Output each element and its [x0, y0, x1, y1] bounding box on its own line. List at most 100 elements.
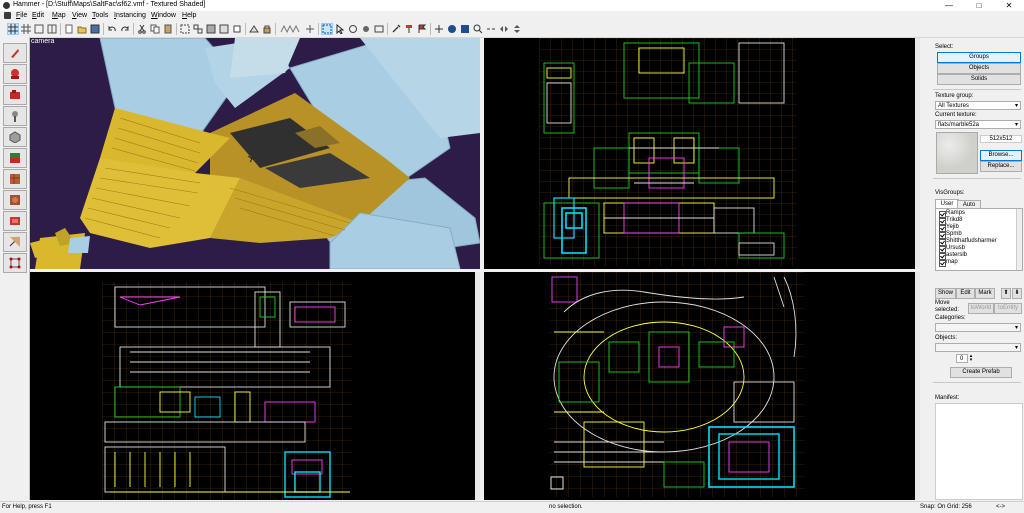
top-viewport-scrollbar[interactable] [915, 38, 920, 269]
browse-button[interactable]: Browse... [980, 150, 1022, 161]
run-map-icon[interactable] [417, 24, 427, 34]
carve-icon[interactable] [249, 24, 259, 34]
stepper-icon[interactable]: ▴ ▾ [969, 354, 973, 363]
manifest-list[interactable] [935, 403, 1023, 500]
visgroup-item[interactable]: Ursusb [939, 245, 965, 253]
side-viewport-scrollbar[interactable] [915, 272, 920, 500]
entity-report-icon[interactable] [348, 24, 358, 34]
checkbox-icon[interactable] [939, 211, 946, 218]
front-viewport-scrollbar[interactable] [475, 272, 480, 500]
decal-tool-button[interactable] [3, 190, 27, 210]
menu-view[interactable]: View [72, 12, 87, 19]
menu-map[interactable]: Map [52, 12, 66, 19]
grid-toggle-icon[interactable] [7, 23, 19, 35]
selection-tool-button[interactable] [3, 43, 27, 63]
vertex-tool-button[interactable] [3, 253, 27, 273]
select-groups-button[interactable]: Groups [937, 52, 1021, 63]
block-tool-button[interactable] [3, 127, 27, 147]
copy-icon[interactable] [150, 24, 160, 34]
texture-application-button[interactable] [3, 148, 27, 168]
visgroup-item[interactable]: Spmb [939, 231, 962, 239]
to-world-button[interactable]: toWorld [968, 303, 994, 314]
close-button[interactable]: ✕ [994, 0, 1024, 11]
camera-tool-button[interactable] [3, 85, 27, 105]
select-mode-icon[interactable] [321, 23, 333, 35]
select-tool-icon[interactable] [335, 23, 345, 35]
view-3d-icon[interactable] [447, 24, 457, 34]
ungroup-icon[interactable] [193, 24, 203, 34]
checkbox-icon[interactable] [939, 232, 946, 239]
to-entity-button[interactable]: toEntity [994, 303, 1022, 314]
checkbox-icon[interactable] [939, 260, 946, 267]
snap-grid-icon[interactable] [280, 24, 302, 34]
visgroup-edit-button[interactable]: Edit [956, 288, 975, 299]
hide-selected-icon[interactable] [206, 24, 216, 34]
grid-3d-icon[interactable] [21, 24, 31, 34]
checkbox-icon[interactable] [939, 225, 946, 232]
cm-icon[interactable] [486, 24, 496, 34]
objects-count-field[interactable]: 0 [956, 354, 968, 363]
apply-texture-button[interactable] [3, 169, 27, 189]
visgroup-item[interactable]: Ramps [939, 210, 965, 218]
visgroup-mark-button[interactable]: Mark [975, 288, 995, 299]
check-problems-icon[interactable] [361, 24, 371, 34]
side-viewport[interactable] [484, 272, 920, 500]
hide-unselected-icon[interactable] [219, 24, 229, 34]
clipping-tool-button[interactable] [3, 232, 27, 252]
view-2d-icon[interactable] [460, 24, 470, 34]
flip-horizontal-icon[interactable] [499, 24, 509, 34]
arrow-up-icon[interactable]: ⬆ [1001, 288, 1011, 299]
menu-tools[interactable]: Tools [92, 12, 108, 19]
select-objects-button[interactable]: Objects [937, 63, 1021, 74]
group-icon[interactable] [180, 24, 190, 34]
undo-icon[interactable] [107, 24, 117, 34]
cut-icon[interactable] [137, 24, 147, 34]
hammer-icon[interactable] [404, 24, 414, 34]
menu-window[interactable]: Window [151, 12, 176, 19]
magnify-tool-button[interactable] [3, 64, 27, 84]
maximize-button[interactable]: □ [964, 0, 994, 11]
visgroup-scrollbar[interactable] [1016, 209, 1022, 270]
entity-tool-button[interactable] [3, 106, 27, 126]
menu-edit[interactable]: Edit [32, 12, 44, 19]
checkbox-icon[interactable] [939, 218, 946, 225]
menu-file[interactable]: File [16, 12, 27, 19]
checkbox-icon[interactable] [939, 246, 946, 253]
visgroup-item[interactable]: Yejib [939, 224, 959, 232]
visgroup-show-button[interactable]: Show [935, 288, 956, 299]
front-viewport[interactable] [30, 272, 480, 500]
objects-select[interactable]: ▾ [935, 343, 1021, 352]
paste-icon[interactable] [163, 24, 173, 34]
select-solids-button[interactable]: Solids [937, 74, 1021, 85]
document-icon[interactable] [4, 12, 11, 19]
save-file-icon[interactable] [90, 24, 100, 34]
menu-help[interactable]: Help [182, 12, 196, 19]
replace-button[interactable]: Replace... [980, 161, 1022, 172]
current-texture-select[interactable]: flats/marble52a ▾ [935, 120, 1021, 129]
arrow-down-icon[interactable]: ⬇ [1012, 288, 1022, 299]
top-viewport[interactable] [484, 38, 920, 269]
wrench-icon[interactable] [391, 24, 401, 34]
map-properties-icon[interactable] [374, 24, 384, 34]
visgroup-item[interactable]: asterslb [939, 252, 967, 260]
categories-select[interactable]: ▾ [935, 323, 1021, 332]
visgroup-item[interactable]: map [939, 259, 958, 267]
new-file-icon[interactable] [64, 24, 74, 34]
create-prefab-button[interactable]: Create Prefab [950, 367, 1012, 378]
zoom-icon[interactable] [473, 24, 483, 34]
open-file-icon[interactable] [77, 24, 87, 34]
toggle-helpers-icon[interactable] [305, 24, 315, 34]
menu-instancing[interactable]: Instancing [114, 12, 146, 19]
visgroup-item[interactable]: Trikd8 [939, 217, 962, 225]
camera-viewport[interactable]: camera [30, 38, 480, 269]
checkbox-icon[interactable] [939, 239, 946, 246]
minimize-button[interactable]: — [934, 0, 964, 11]
visgroup-item[interactable]: Shitthatfudsharmer [939, 238, 997, 246]
flip-vertical-icon[interactable] [512, 24, 522, 34]
checkbox-icon[interactable] [939, 253, 946, 260]
texture-lock-icon[interactable] [262, 24, 272, 34]
redo-icon[interactable] [120, 24, 130, 34]
move-view-icon[interactable] [434, 24, 444, 34]
texture-group-select[interactable]: All Textures ▾ [935, 101, 1021, 110]
grid-smaller-icon[interactable] [34, 24, 44, 34]
